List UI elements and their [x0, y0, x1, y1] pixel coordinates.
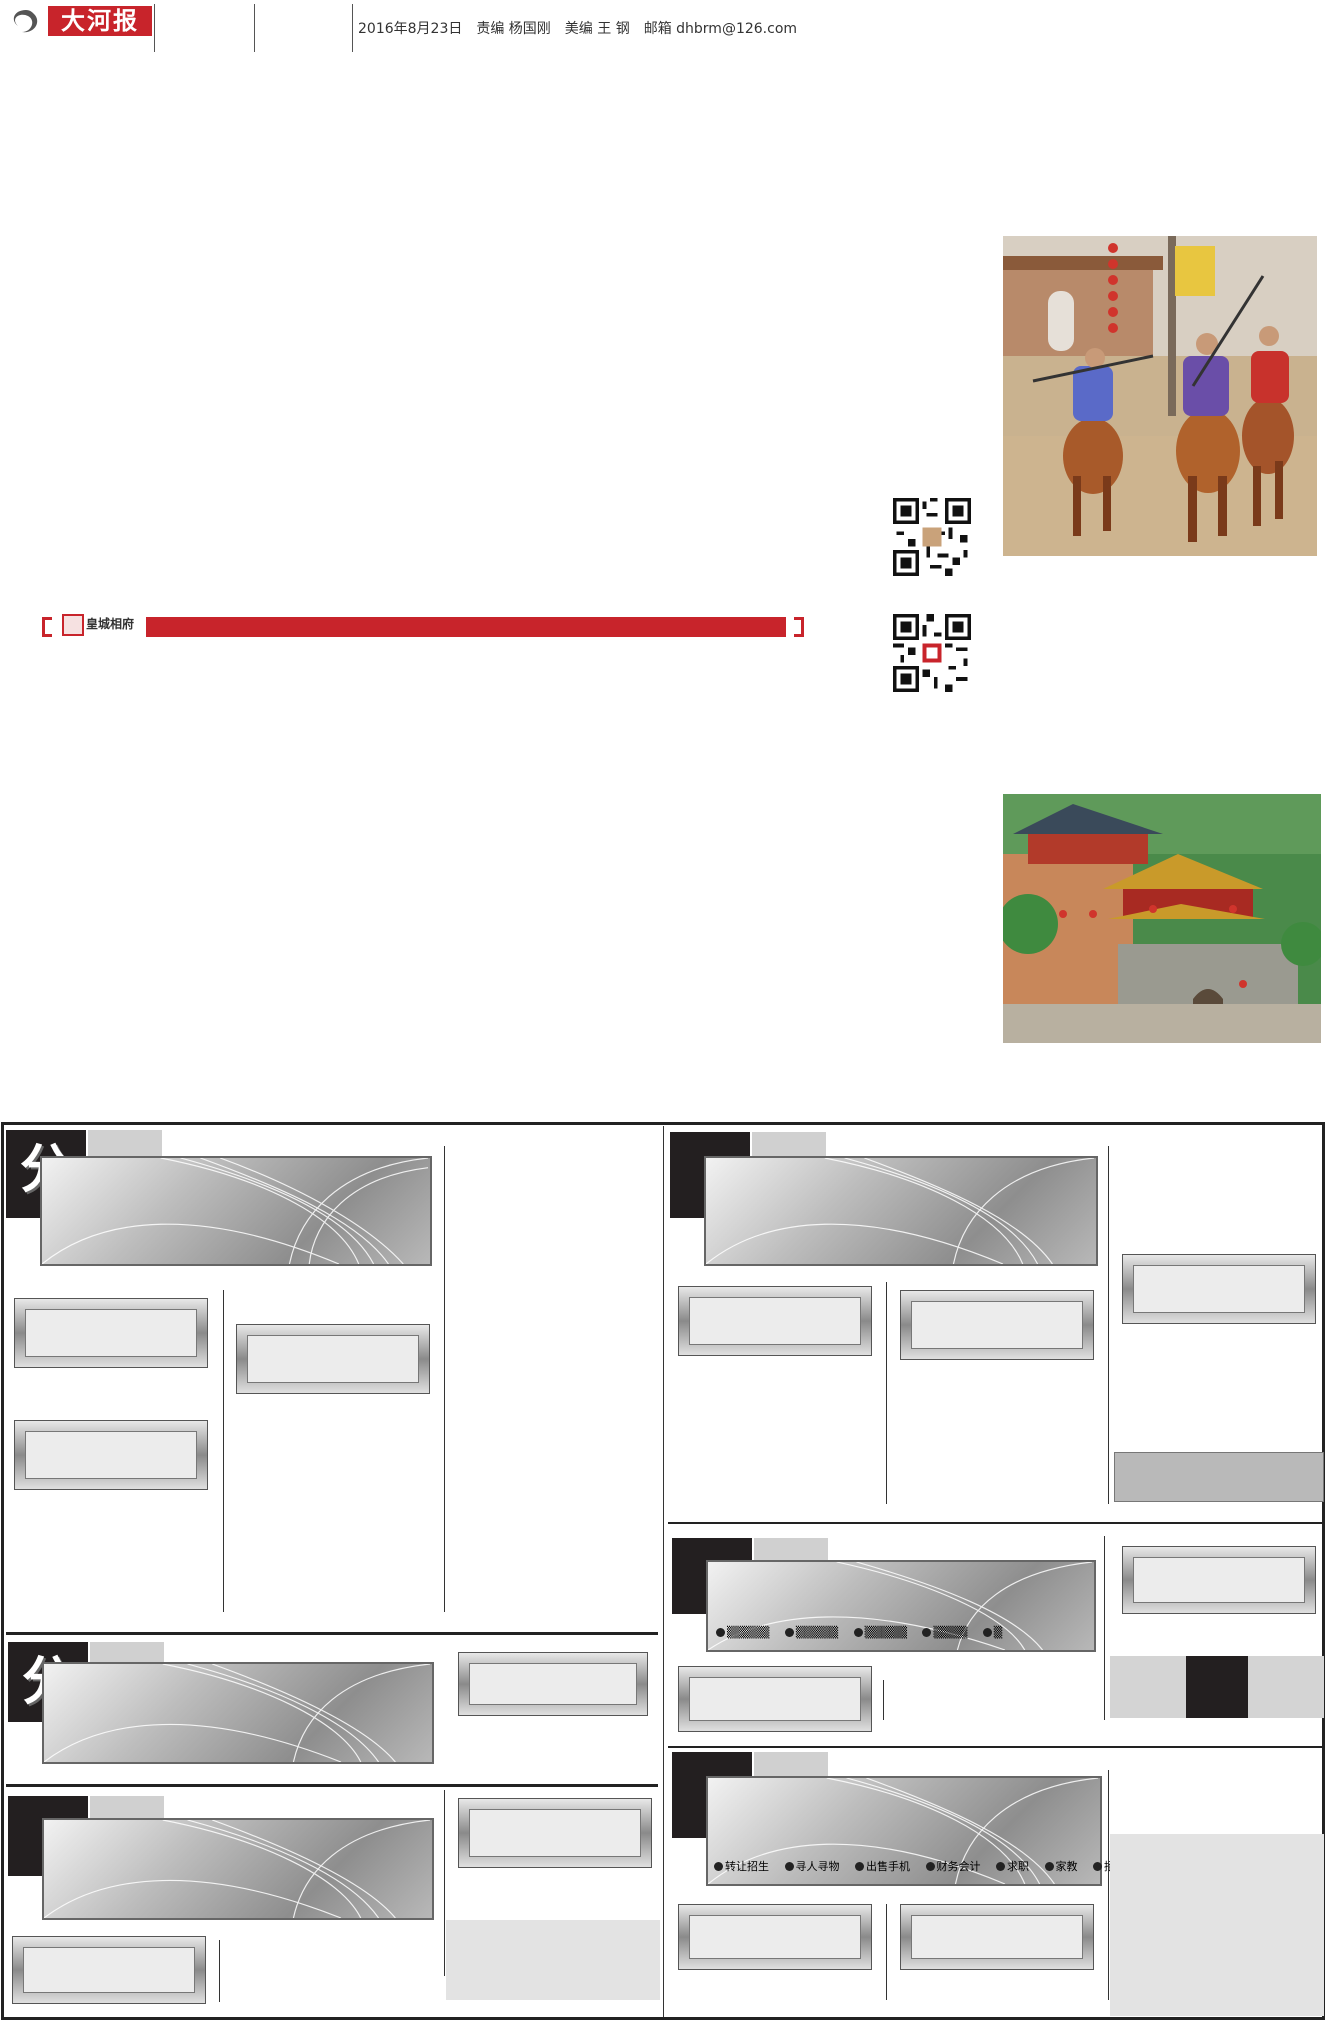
header-divider	[154, 4, 155, 52]
classifieds-center-divider	[663, 1126, 664, 2017]
red-banner-bar	[146, 617, 786, 637]
ad-plaque	[458, 1652, 648, 1716]
section-header-wave	[42, 1662, 434, 1764]
issue-info: 2016年8月23日 责编 杨国刚 美编 王 钢 邮箱 dhbrm@126.co…	[358, 21, 798, 37]
column-divider	[223, 1290, 224, 1612]
category-row-2: 转让招生 寻人寻物 出售手机 财务会计 求职 家教 招聘	[714, 1858, 1138, 1874]
ad-plaque	[900, 1290, 1094, 1360]
banner-logo-text: 皇城相府	[86, 617, 135, 631]
column-divider	[1108, 1146, 1109, 1504]
category-item: 财务会计	[925, 1860, 981, 1873]
header-divider	[254, 4, 255, 52]
ad-plaque	[1122, 1254, 1316, 1324]
category-item: 出售手机	[855, 1860, 910, 1873]
category-item: 求职	[996, 1860, 1029, 1873]
ad-plaque	[12, 1936, 206, 2004]
huangcheng-xiangfu-logo: 皇城相府	[62, 612, 142, 638]
gate-tower-photo	[1003, 794, 1321, 1043]
column-divider	[886, 1904, 887, 2000]
section-divider	[6, 1632, 658, 1635]
grey-ad-box	[1114, 1452, 1324, 1502]
ad-plaque	[458, 1798, 652, 1868]
column-divider	[1104, 1536, 1105, 1720]
section-divider	[6, 1784, 658, 1787]
category-item: 家教	[1044, 1860, 1078, 1873]
section-header-wave	[704, 1156, 1098, 1266]
horsemen-photo	[1003, 236, 1317, 556]
category-item: 转让招生	[714, 1860, 769, 1873]
category-item: ▒▒▒▒▒	[716, 1626, 769, 1639]
column-divider	[219, 1940, 220, 2002]
qr-code-1	[893, 498, 971, 576]
category-item: ▒▒▒▒	[922, 1626, 967, 1639]
column-divider	[886, 1282, 887, 1504]
ad-plaque	[14, 1420, 208, 1490]
column-divider	[444, 1790, 445, 1976]
category-item: 寻人寻物	[784, 1860, 840, 1873]
category-item: ▒▒▒▒▒	[853, 1626, 907, 1639]
qr-code-2	[893, 614, 971, 692]
section-divider	[668, 1522, 1324, 1524]
column-divider	[1108, 1770, 1109, 2000]
ad-plaque	[14, 1298, 208, 1368]
category-item: ▒▒▒▒▒	[784, 1626, 838, 1639]
section-header-wave	[40, 1156, 432, 1266]
ad-plaque	[678, 1286, 872, 1356]
category-row-1: ▒▒▒▒▒ ▒▒▒▒▒ ▒▒▒▒▒ ▒▒▒▒ ▒	[716, 1626, 1014, 1639]
category-item: ▒	[982, 1626, 1002, 1639]
ad-plaque	[900, 1904, 1094, 1970]
light-ad-box	[1110, 1834, 1324, 2016]
light-ad-box	[446, 1920, 660, 2000]
section-header-wave	[42, 1818, 434, 1920]
ad-plaque	[678, 1904, 872, 1970]
ad-plaque	[236, 1324, 430, 1394]
column-divider	[444, 1146, 445, 1612]
ad-plaque	[678, 1666, 872, 1732]
header-divider	[352, 4, 353, 52]
banner-left-bracket	[42, 617, 52, 637]
ad-plaque	[1122, 1546, 1316, 1614]
newspaper-masthead-logo: 大河报	[48, 6, 152, 36]
section-divider	[668, 1746, 1324, 1748]
newspaper-swirl-logo-icon	[6, 6, 46, 36]
banner-right-bracket	[794, 617, 804, 637]
column-divider	[883, 1680, 884, 1720]
tricolor-ad-box	[1110, 1656, 1324, 1718]
